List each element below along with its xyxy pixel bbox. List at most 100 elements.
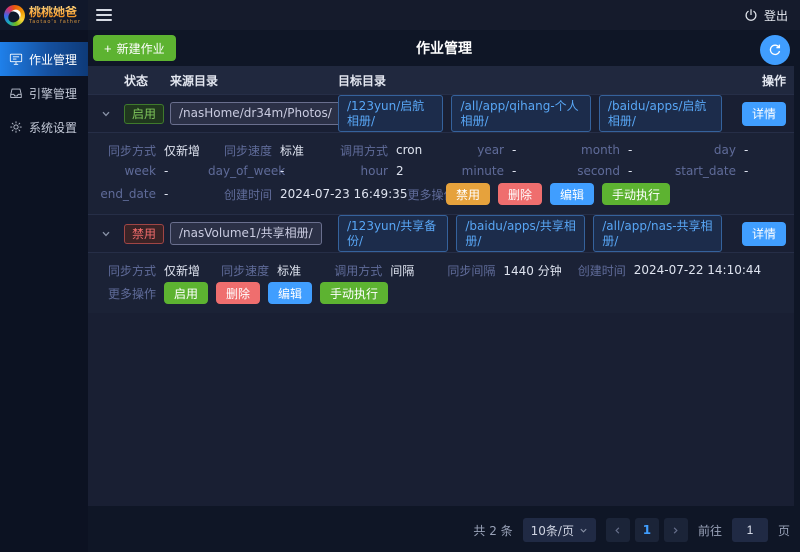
total-count: 共 2 条 [473, 522, 512, 539]
goto-label: 前往 [698, 522, 722, 539]
goto-page-input[interactable] [732, 518, 768, 542]
detail-value: 2 [396, 164, 404, 178]
sidebar-menu: 作业管理 引擎管理 系统设置 [0, 30, 88, 144]
brand-subtitle: Taotao's father [29, 20, 81, 25]
detail-value: 间隔 [390, 262, 414, 279]
logout-label: 登出 [764, 7, 788, 24]
detail-label: second [556, 164, 620, 178]
chevron-down-icon[interactable] [101, 229, 111, 239]
next-page-button[interactable] [664, 518, 688, 542]
detail-button[interactable]: 详情 [742, 222, 786, 246]
page-number[interactable]: 1 [635, 518, 659, 542]
detail-value: - [512, 143, 516, 157]
detail-value: - [744, 143, 748, 157]
row-detail-panel: 同步方式仅新增 同步速度标准 调用方式cron year- month- day… [88, 132, 794, 214]
refresh-icon [768, 43, 782, 57]
detail-label: year [440, 143, 504, 157]
page-unit-label: 页 [778, 522, 790, 539]
power-icon [744, 8, 758, 22]
table-header-row: 状态 来源目录 目标目录 操作 [88, 66, 794, 94]
target-dir-tag: /123yun/启航相册/ [338, 95, 443, 132]
new-job-button[interactable]: + 新建作业 [93, 35, 176, 61]
disable-button[interactable]: 禁用 [446, 183, 490, 205]
detail-label: 同步速度 [205, 262, 269, 279]
sidebar-item-system-settings[interactable]: 系统设置 [0, 110, 88, 144]
manual-run-button[interactable]: 手动执行 [602, 183, 670, 205]
column-status: 状态 [124, 72, 170, 89]
detail-value: - [164, 187, 168, 201]
target-dir-tag: /baidu/apps/共享相册/ [456, 215, 585, 252]
detail-value: 2024-07-23 16:49:35 [280, 187, 407, 201]
prev-page-button[interactable] [606, 518, 630, 542]
logout-button[interactable]: 登出 [744, 7, 788, 24]
sidebar: 桃桃她爸 Taotao's father 作业管理 引擎管理 系统设置 [0, 0, 88, 552]
sidebar-item-label: 引擎管理 [29, 85, 77, 102]
target-dir-tag: /all/app/nas-共享相册/ [593, 215, 722, 252]
delete-button[interactable]: 删除 [216, 282, 260, 304]
detail-label: month [556, 143, 620, 157]
column-actions: 操作 [730, 72, 794, 89]
new-job-label: 新建作业 [117, 40, 165, 57]
edit-button[interactable]: 编辑 [268, 282, 312, 304]
chevron-down-icon [579, 526, 588, 535]
edit-button[interactable]: 编辑 [550, 183, 594, 205]
manual-run-button[interactable]: 手动执行 [320, 282, 388, 304]
detail-label: day_of_week [208, 164, 272, 178]
detail-value: 仅新增 [164, 142, 200, 159]
sidebar-item-engine-management[interactable]: 引擎管理 [0, 76, 88, 110]
table-row: 禁用 /nasVolume1/共享相册/ /123yun/共享备份/ /baid… [88, 214, 794, 252]
detail-value: - [628, 164, 632, 178]
sidebar-item-label: 系统设置 [29, 119, 77, 136]
collapse-menu-icon[interactable] [96, 9, 112, 21]
detail-label: end_date [92, 187, 156, 201]
target-dir-tag: /all/app/qihang-个人相册/ [451, 95, 590, 132]
detail-value: - [512, 164, 516, 178]
page-size-value: 10条/页 [531, 522, 574, 539]
detail-label: week [92, 164, 156, 178]
monitor-icon [9, 52, 23, 66]
table-row: 启用 /nasHome/dr34m/Photos/ /123yun/启航相册/ … [88, 94, 794, 132]
detail-value: 标准 [277, 262, 301, 279]
detail-value: - [164, 164, 168, 178]
detail-button[interactable]: 详情 [742, 102, 786, 126]
detail-label: 更多操作 [92, 285, 156, 302]
detail-label: 创建时间 [562, 262, 626, 279]
status-badge: 禁用 [124, 224, 164, 244]
status-badge: 启用 [124, 104, 164, 124]
inbox-icon [9, 86, 23, 100]
detail-value: cron [396, 143, 422, 157]
target-dir-tag: /123yun/共享备份/ [338, 215, 448, 252]
detail-label: 同步间隔 [431, 262, 495, 279]
topbar: 登出 [88, 0, 800, 30]
column-source: 来源目录 [170, 72, 338, 89]
jobs-table: 状态 来源目录 目标目录 操作 启用 /nasHome/dr34m/Photos… [88, 66, 794, 506]
column-target: 目标目录 [338, 72, 730, 89]
sidebar-item-job-management[interactable]: 作业管理 [0, 42, 88, 76]
refresh-button[interactable] [760, 35, 790, 65]
detail-label: day [672, 143, 736, 157]
detail-label: 同步方式 [92, 262, 156, 279]
row-detail-panel: 同步方式仅新增 同步速度标准 调用方式间隔 同步间隔 1440 分钟 创建时间 20… [88, 252, 794, 313]
detail-label: 同步方式 [92, 142, 156, 159]
detail-value: 标准 [280, 142, 304, 159]
detail-label: 同步速度 [208, 142, 272, 159]
detail-label: hour [324, 164, 388, 178]
detail-value: - [280, 164, 284, 178]
chevron-down-icon[interactable] [101, 109, 111, 119]
gear-icon [9, 120, 23, 134]
sidebar-item-label: 作业管理 [29, 51, 77, 68]
brand-logo-icon [4, 5, 25, 26]
source-dir-tag: /nasVolume1/共享相册/ [170, 222, 322, 244]
delete-button[interactable]: 删除 [498, 183, 542, 205]
brand-title: 桃桃她爸 [29, 6, 81, 18]
detail-label: 调用方式 [324, 142, 388, 159]
detail-value: 2024-07-22 14:10:44 [634, 263, 761, 277]
main-content: + 新建作业 作业管理 状态 来源目录 目标目录 操作 启用 /n [88, 30, 800, 552]
enable-button[interactable]: 启用 [164, 282, 208, 304]
detail-label: start_date [672, 164, 736, 178]
detail-label: 调用方式 [318, 262, 382, 279]
detail-value: 1440 分钟 [503, 262, 561, 279]
page-size-select[interactable]: 10条/页 [523, 518, 596, 542]
plus-icon: + [104, 42, 112, 55]
detail-value: 仅新增 [164, 262, 200, 279]
